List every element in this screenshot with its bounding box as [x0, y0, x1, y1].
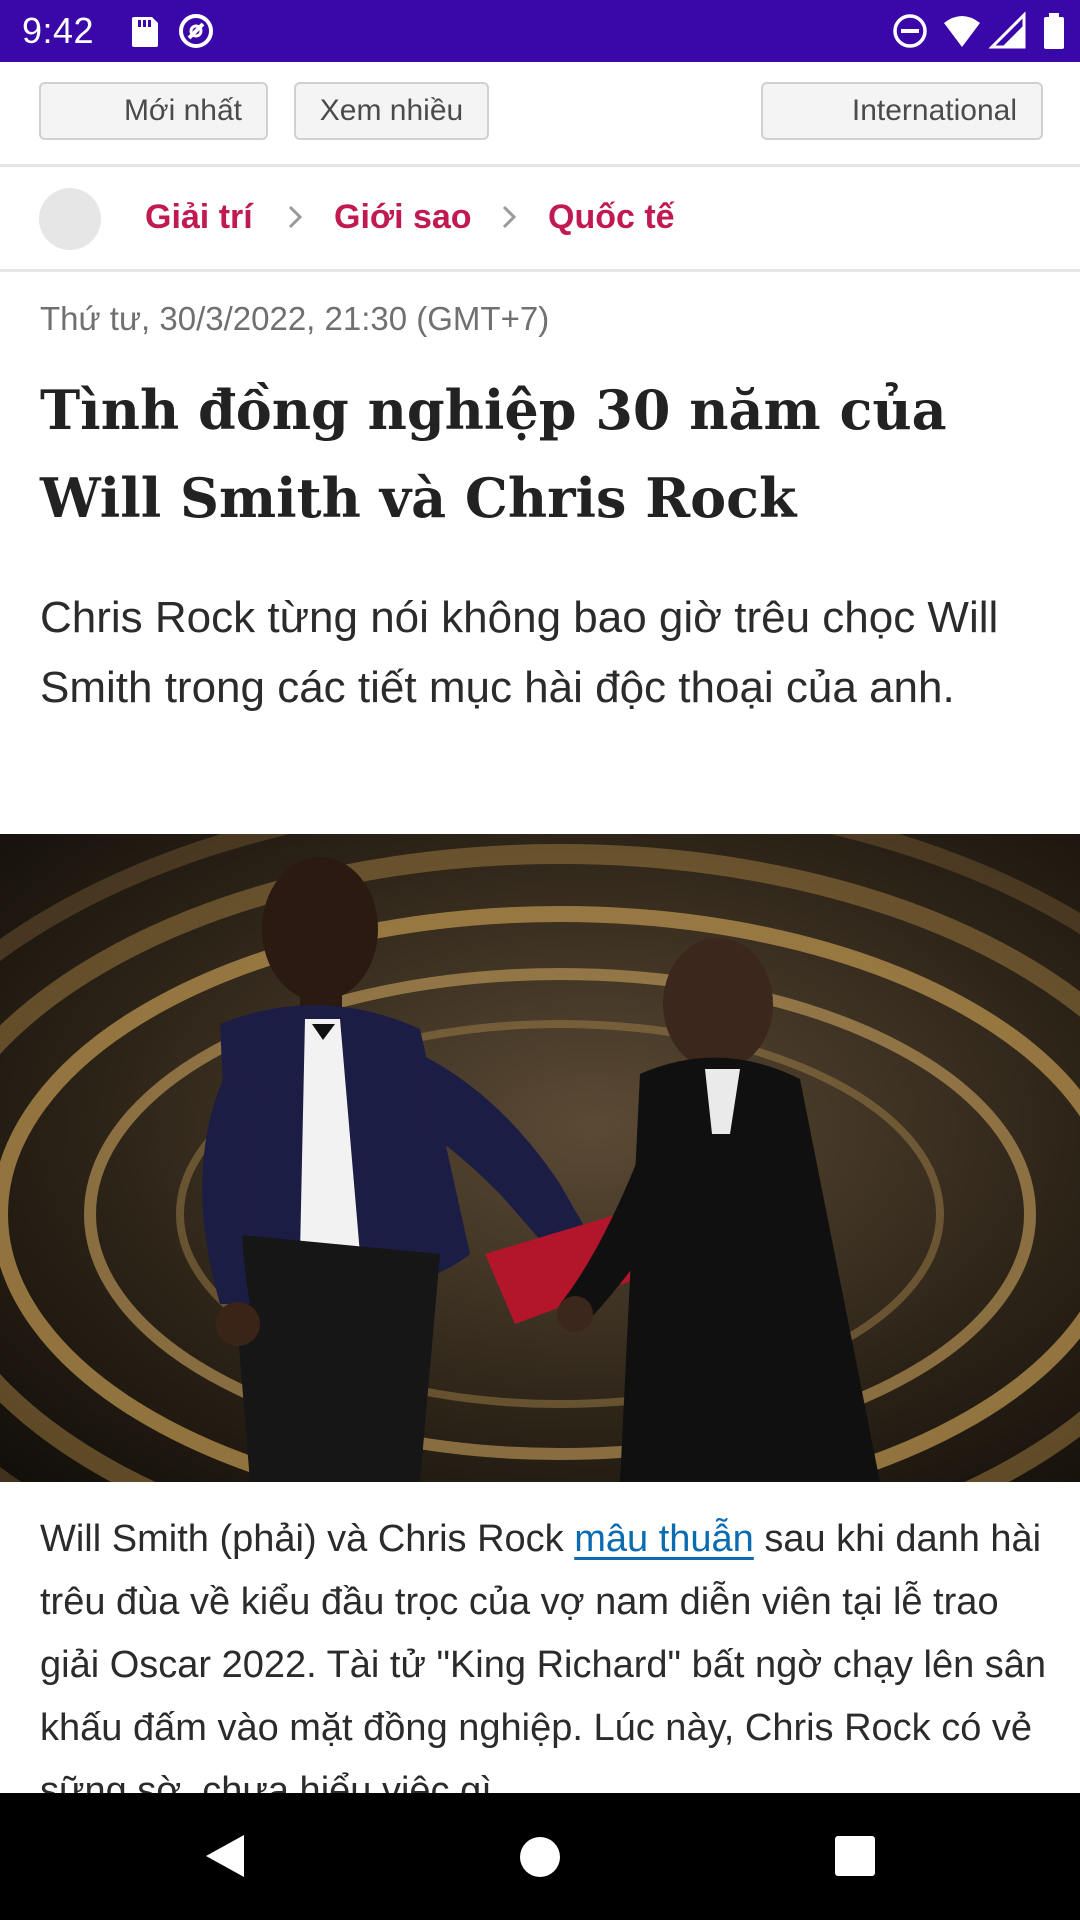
breadcrumb-quoc-te[interactable]: Quốc tế: [548, 195, 675, 239]
back-icon[interactable]: [200, 1831, 250, 1881]
link-mau-thuan[interactable]: mâu thuẫn: [574, 1518, 754, 1560]
sd-card-icon: [132, 17, 158, 47]
photo-caption: Will Smith (phải) và Chris Rock mâu thuẫ…: [40, 1508, 1060, 1823]
latest-button[interactable]: Mới nhất: [39, 82, 268, 140]
at-sign-icon: [179, 14, 213, 48]
caption-text-continued: sau khi danh hài trêu đùa về kiểu đầu tr…: [40, 1518, 1047, 1812]
chevron-right-icon: [288, 205, 303, 229]
caption-text: Will Smith (phải) và Chris Rock: [40, 1518, 575, 1560]
article-lead: Chris Rock từng nói không bao giờ trêu c…: [40, 593, 999, 712]
home-logo[interactable]: [39, 188, 101, 250]
international-button[interactable]: International: [761, 82, 1043, 140]
breadcrumb: Giải trí Giới sao Quốc tế: [0, 167, 1080, 272]
breadcrumb-gioi-sao[interactable]: Giới sao: [334, 195, 472, 239]
signal-icon: [988, 11, 1026, 49]
status-bar: 9:42: [0, 0, 1080, 62]
do-not-disturb-icon: [893, 14, 927, 48]
breadcrumb-giai-tri[interactable]: Giải trí: [145, 195, 253, 239]
most-viewed-button[interactable]: Xem nhiều: [294, 82, 489, 140]
recents-icon[interactable]: [830, 1831, 880, 1881]
top-nav: Mới nhất Xem nhiều International: [0, 62, 1080, 167]
home-icon[interactable]: [514, 1831, 566, 1883]
oscar-stage-photo: [0, 834, 1080, 1482]
wifi-icon: [944, 16, 980, 47]
status-time: 9:42: [22, 10, 95, 51]
article-date: Thứ tư, 30/3/2022, 21:30 (GMT+7): [40, 300, 550, 337]
article-title: Tình đồng nghiệp 30 năm của Will Smith v…: [40, 378, 947, 530]
system-nav-bar: [0, 1793, 1080, 1920]
battery-icon: [1044, 13, 1064, 49]
article-photo[interactable]: [0, 834, 1080, 1482]
chevron-right-icon: [502, 205, 517, 229]
